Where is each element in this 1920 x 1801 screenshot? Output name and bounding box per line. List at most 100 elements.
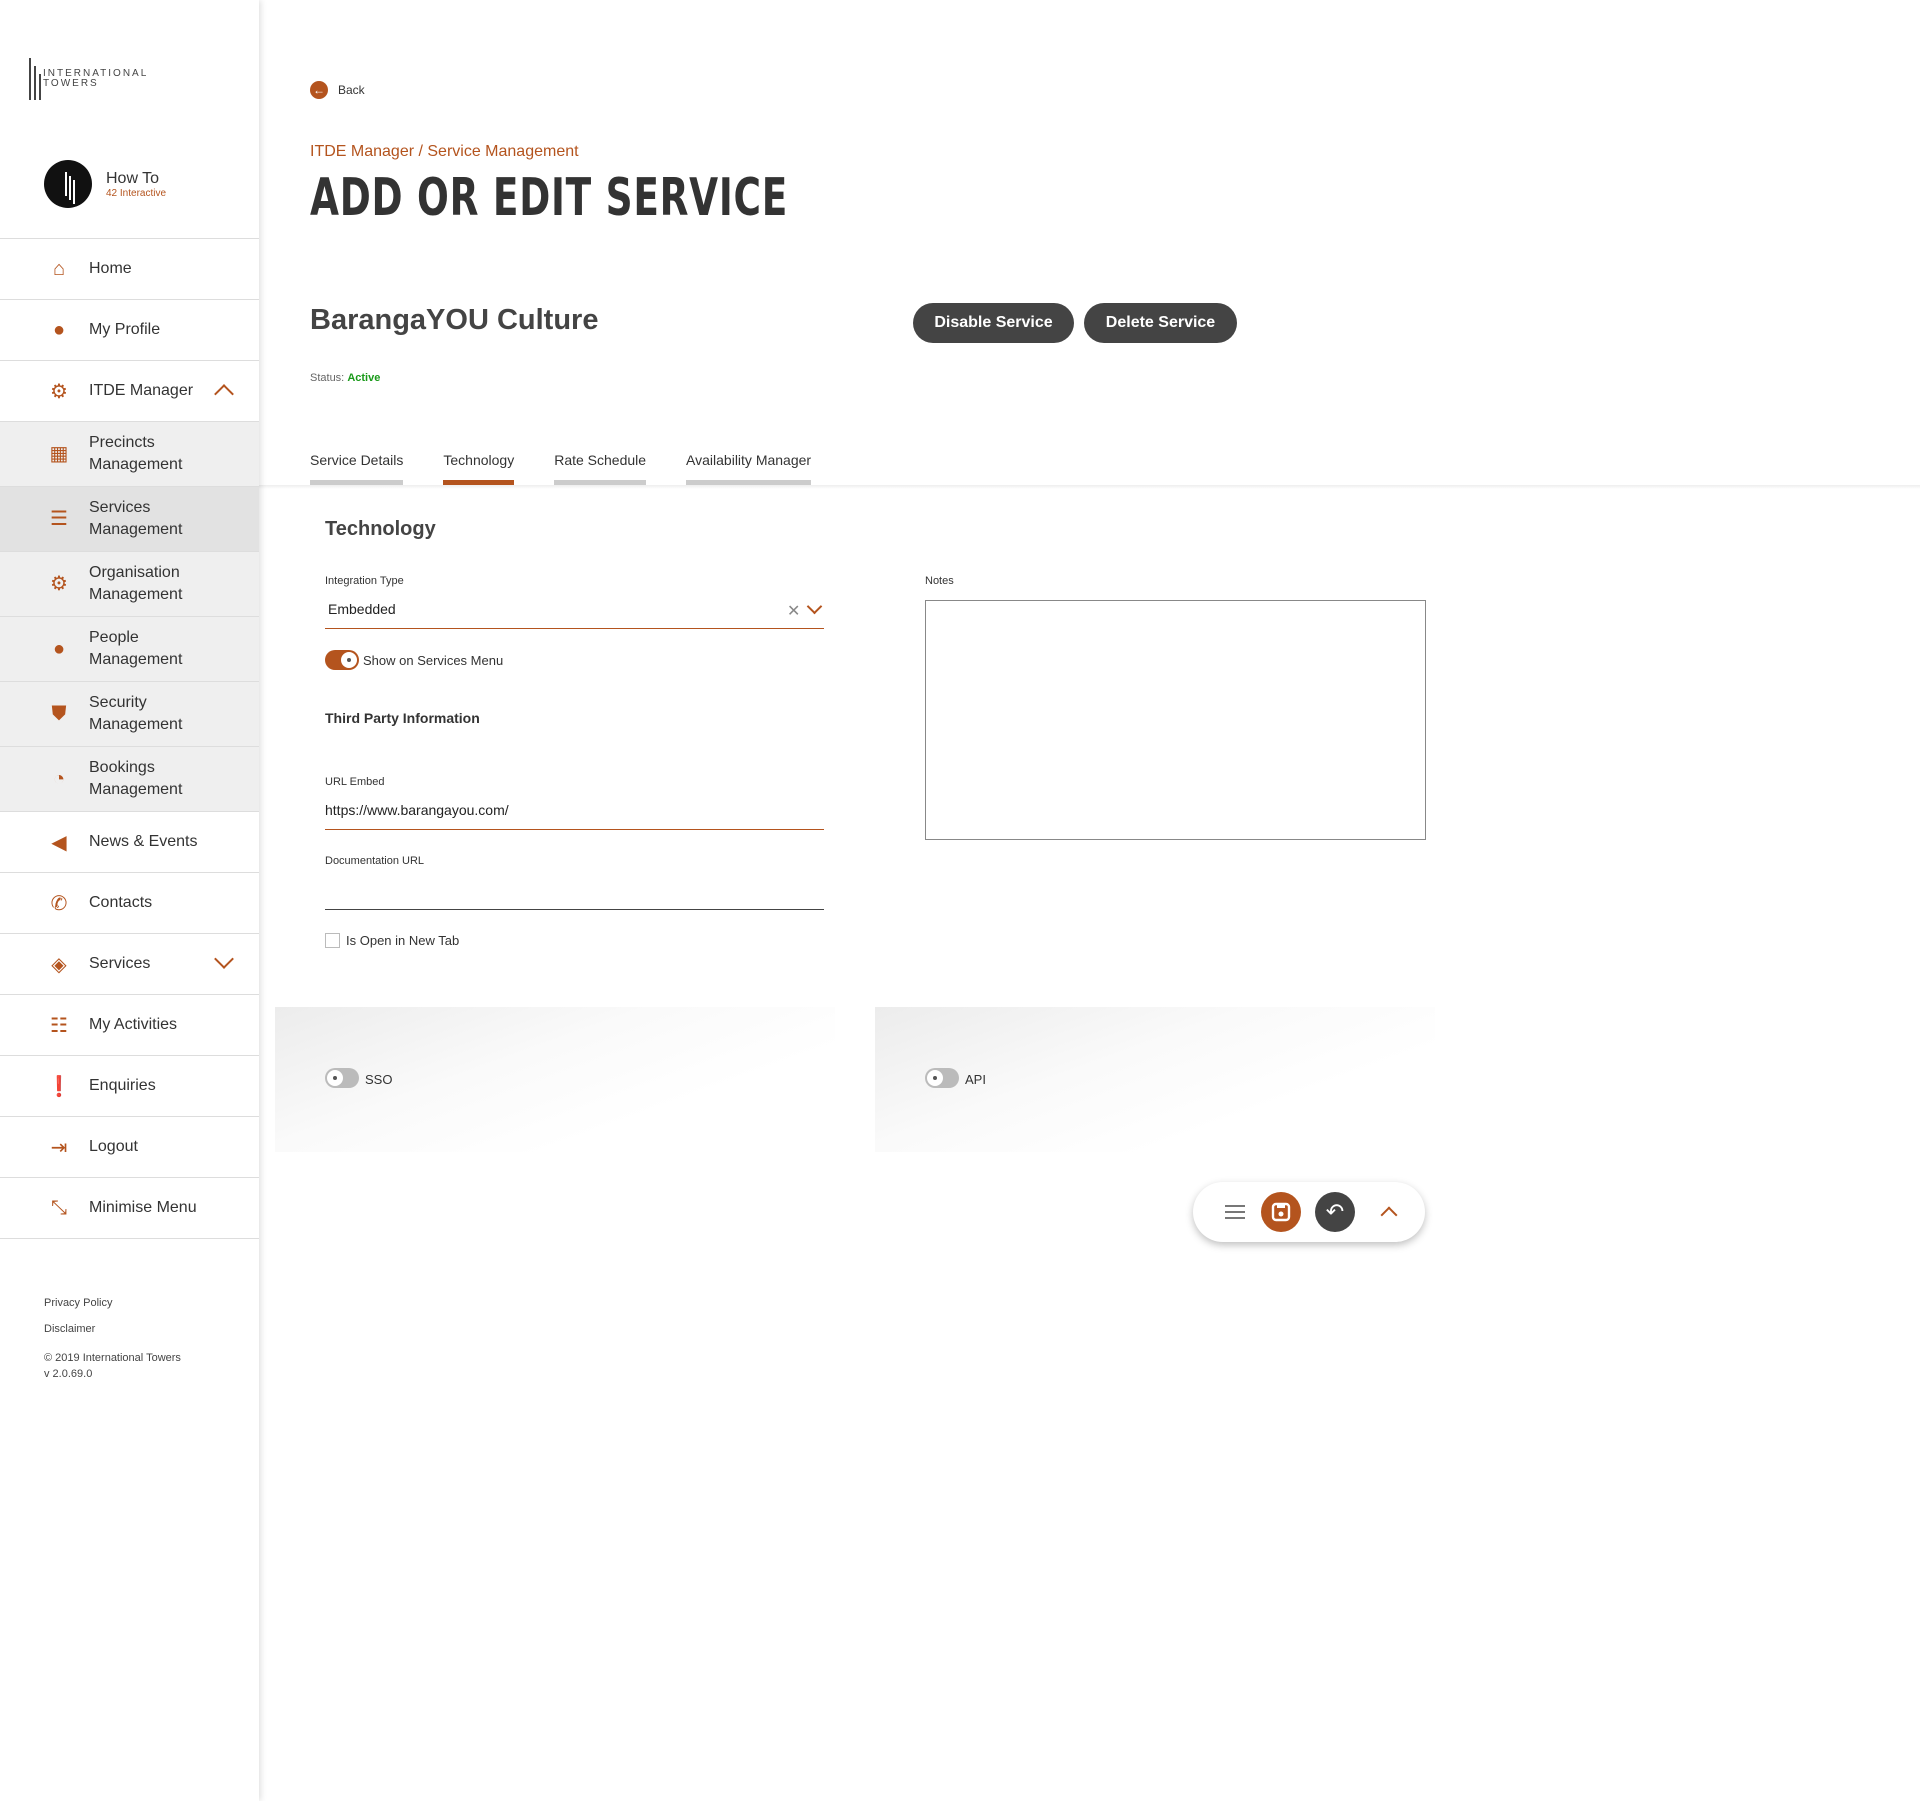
sidebar-item-label: My Activities [89, 1016, 178, 1033]
status-label: Status: [310, 372, 345, 384]
url-embed-label: URL Embed [325, 776, 385, 788]
sidebar-item-label: Services [89, 955, 151, 972]
documentation-url-input[interactable] [325, 880, 824, 910]
api-toggle[interactable] [925, 1068, 959, 1088]
status-badge: Active [347, 372, 381, 384]
alert-icon: ❗ [46, 1075, 72, 1098]
sidebar-item-my-profile[interactable]: ● My Profile [0, 300, 259, 361]
tab-technology[interactable]: Technology [443, 452, 515, 485]
menu-icon[interactable] [1215, 1192, 1255, 1232]
integration-type-value: Embedded [328, 601, 396, 617]
sidebar-item-logout[interactable]: ⇥ Logout [0, 1117, 259, 1178]
sidebar-item-label: Home [89, 260, 132, 277]
service-name: BarangaYOU Culture [310, 304, 599, 336]
chevron-up-icon[interactable] [214, 384, 234, 404]
clear-icon[interactable]: ✕ [787, 601, 800, 621]
show-on-services-menu-label: Show on Services Menu [363, 653, 504, 668]
org-cog-icon: ⚙ [50, 573, 68, 595]
user-icon: ● [52, 318, 66, 341]
sidebar-item-label: News & Events [89, 833, 198, 850]
sidebar-item-label: Bookings Management [89, 759, 183, 798]
notes-textarea[interactable] [925, 600, 1426, 840]
undo-button[interactable]: ↶ [1315, 1192, 1355, 1232]
sidebar-item-minimise-menu[interactable]: ⤡ Minimise Menu [0, 1178, 259, 1239]
open-new-tab-checkbox[interactable] [325, 933, 340, 948]
sidebar-item-itde-manager[interactable]: ⚙ ITDE Manager [0, 361, 259, 422]
sidebar-item-organisation-management[interactable]: ⚙ Organisation Management [0, 552, 259, 617]
delete-service-button[interactable]: Delete Service [1084, 303, 1237, 343]
undo-icon: ↶ [1325, 1199, 1345, 1224]
list-icon: ☷ [50, 1014, 68, 1037]
sidebar-item-bookings-management[interactable]: ◔ Bookings Management [0, 747, 259, 812]
sidebar-item-label: Services Management [89, 499, 183, 538]
logo-text: INTERNATIONAL TOWERS [43, 68, 148, 89]
sidebar-item-home[interactable]: ⌂ Home [0, 239, 259, 300]
people-cog-icon: ● [52, 638, 66, 660]
breadcrumb[interactable]: ITDE Manager / Service Management [310, 143, 579, 161]
minimise-icon: ⤡ [51, 1196, 67, 1219]
disclaimer-link[interactable]: Disclaimer [44, 1316, 181, 1342]
tab-rate-schedule[interactable]: Rate Schedule [554, 452, 647, 485]
sidebar-item-label: Contacts [89, 894, 153, 911]
sidebar-item-label: Minimise Menu [89, 1199, 197, 1216]
disable-service-button[interactable]: Disable Service [913, 303, 1074, 343]
sidebar-item-my-activities[interactable]: ☷ My Activities [0, 995, 259, 1056]
home-icon: ⌂ [52, 257, 66, 280]
api-label: API [965, 1072, 986, 1087]
cogs-icon: ⚙ [50, 380, 68, 403]
sidebar-item-label: Organisation Management [89, 564, 183, 603]
main-content: ← Back ITDE Manager / Service Management… [259, 0, 1920, 1801]
sidebar-item-label: Logout [89, 1138, 138, 1155]
list-cog-icon: ☰ [50, 508, 68, 530]
international-towers-logo[interactable]: INTERNATIONAL TOWERS [29, 58, 153, 100]
floating-action-bar: ↶ [1193, 1182, 1425, 1242]
tab-availability-manager[interactable]: Availability Manager [686, 452, 812, 485]
sidebar-item-services[interactable]: ◈ Services [0, 934, 259, 995]
sidebar-item-people-management[interactable]: ● People Management [0, 617, 259, 682]
back-label: Back [338, 83, 365, 97]
sso-toggle[interactable] [325, 1068, 359, 1088]
url-embed-input[interactable]: https://www.barangayou.com/ [325, 802, 824, 830]
sidebar-item-label: Enquiries [89, 1077, 156, 1094]
chevron-up-icon [1380, 1206, 1398, 1224]
copyright: © 2019 International Towers [44, 1352, 181, 1364]
sidebar-item-label: Precincts Management [89, 434, 183, 473]
status: Status: Active [310, 372, 380, 384]
user-card[interactable]: How To 42 Interactive [44, 160, 166, 208]
sidebar-item-news-events[interactable]: ◀ News & Events [0, 812, 259, 873]
sso-label: SSO [365, 1072, 393, 1087]
integration-type-label: Integration Type [325, 575, 404, 587]
integration-type-select[interactable]: Embedded [325, 601, 824, 629]
avatar [44, 160, 92, 208]
sidebar-item-precincts-management[interactable]: ▦ Precincts Management [0, 422, 259, 487]
save-icon [1271, 1202, 1291, 1222]
tab-service-details[interactable]: Service Details [310, 452, 404, 485]
sidebar-footer: Privacy Policy Disclaimer © 2019 Interna… [44, 1290, 181, 1382]
shield-cog-icon: ⛊ [51, 703, 67, 725]
sidebar-item-enquiries[interactable]: ❗ Enquiries [0, 1056, 259, 1117]
section-title: Technology [325, 518, 436, 540]
box-icon: ◈ [51, 953, 67, 976]
save-button[interactable] [1261, 1192, 1301, 1232]
third-party-title: Third Party Information [325, 710, 480, 726]
sidebar-item-services-management[interactable]: ☰ Services Management [0, 487, 259, 552]
user-name: How To [106, 169, 160, 187]
show-on-services-menu-toggle[interactable] [325, 650, 359, 670]
scroll-top-button[interactable] [1369, 1192, 1409, 1232]
privacy-policy-link[interactable]: Privacy Policy [44, 1290, 181, 1316]
api-panel [875, 1007, 1435, 1152]
sidebar-item-contacts[interactable]: ✆ Contacts [0, 873, 259, 934]
logout-icon: ⇥ [50, 1136, 68, 1159]
sidebar-menu: ⌂ Home ● My Profile ⚙ ITDE Manager ▦ Pre… [0, 238, 259, 1239]
back-button[interactable]: ← Back [310, 81, 365, 99]
sidebar-item-security-management[interactable]: ⛊ Security Management [0, 682, 259, 747]
page-title: ADD OR EDIT SERVICE [310, 168, 789, 228]
chevron-down-icon[interactable] [214, 949, 234, 969]
sidebar-item-label: People Management [89, 629, 183, 668]
sso-panel [275, 1007, 835, 1152]
documentation-url-label: Documentation URL [325, 855, 425, 867]
phone-icon: ✆ [50, 892, 68, 915]
open-new-tab-label: Is Open in New Tab [346, 933, 460, 948]
sidebar: INTERNATIONAL TOWERS How To 42 Interacti… [0, 0, 259, 1801]
tabs: Service Details Technology Rate Schedule… [310, 452, 851, 485]
